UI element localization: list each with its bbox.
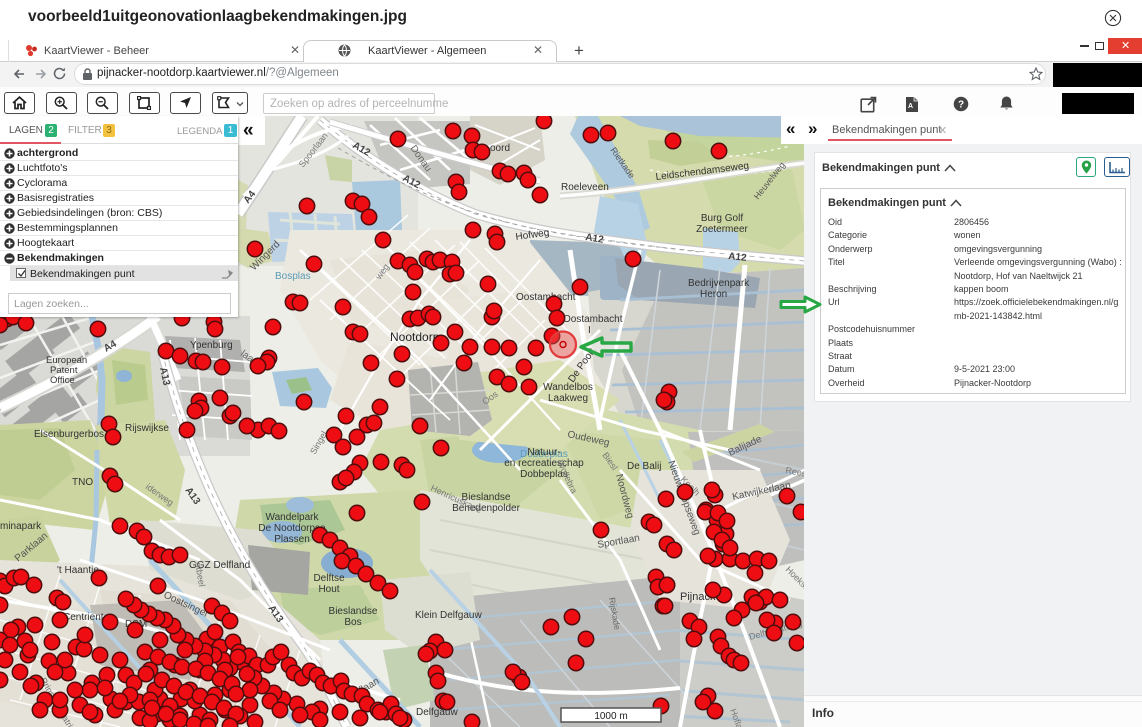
- svg-text:Plassen: Plassen: [274, 534, 310, 545]
- svg-text:Roeleveen: Roeleveen: [561, 182, 609, 193]
- svg-text:Delftse: Delftse: [313, 573, 345, 584]
- svg-text:Laakweg: Laakweg: [548, 393, 588, 404]
- svg-text:1000 m: 1000 m: [594, 711, 627, 722]
- svg-text:Bos: Bos: [344, 617, 361, 628]
- svg-text:Nootdorp: Nootdorp: [390, 330, 440, 344]
- svg-text:De Balij: De Balij: [627, 461, 661, 472]
- svg-text:?: ?: [958, 100, 964, 111]
- svg-text:Wandelpark: Wandelpark: [266, 512, 320, 523]
- svg-text:oord: oord: [490, 143, 510, 154]
- svg-text:Office: Office: [50, 375, 75, 386]
- svg-text:Elsenburgerbos: Elsenburgerbos: [34, 429, 104, 440]
- svg-text:en recreatieschap: en recreatieschap: [504, 458, 584, 469]
- svg-text:Klein Delfgauw: Klein Delfgauw: [415, 610, 482, 621]
- svg-text:Centrient: Centrient: [63, 612, 104, 623]
- svg-text:A12: A12: [728, 251, 748, 264]
- svg-text:A: A: [908, 103, 913, 110]
- svg-text:Oostambacht: Oostambacht: [563, 314, 623, 325]
- svg-text:Heron: Heron: [700, 289, 727, 300]
- svg-text:Burg Golf: Burg Golf: [701, 213, 743, 224]
- svg-text:Hout: Hout: [318, 584, 339, 595]
- svg-text:Ypenburg: Ypenburg: [190, 340, 233, 351]
- svg-text:Bieslandse: Bieslandse: [329, 606, 378, 617]
- svg-text:Natuur-: Natuur-: [527, 447, 560, 458]
- svg-text:Rijswijkse: Rijswijkse: [125, 423, 169, 434]
- svg-text:TNO: TNO: [72, 477, 93, 488]
- svg-text:Bedrijvenpark: Bedrijvenpark: [688, 278, 750, 289]
- svg-text:minapark: minapark: [0, 521, 42, 532]
- svg-text:Zoetermeer: Zoetermeer: [696, 224, 748, 235]
- svg-text:Wandelbos: Wandelbos: [543, 382, 593, 393]
- svg-text:Oostambacht: Oostambacht: [516, 292, 576, 303]
- svg-text:Bosplas: Bosplas: [275, 271, 311, 282]
